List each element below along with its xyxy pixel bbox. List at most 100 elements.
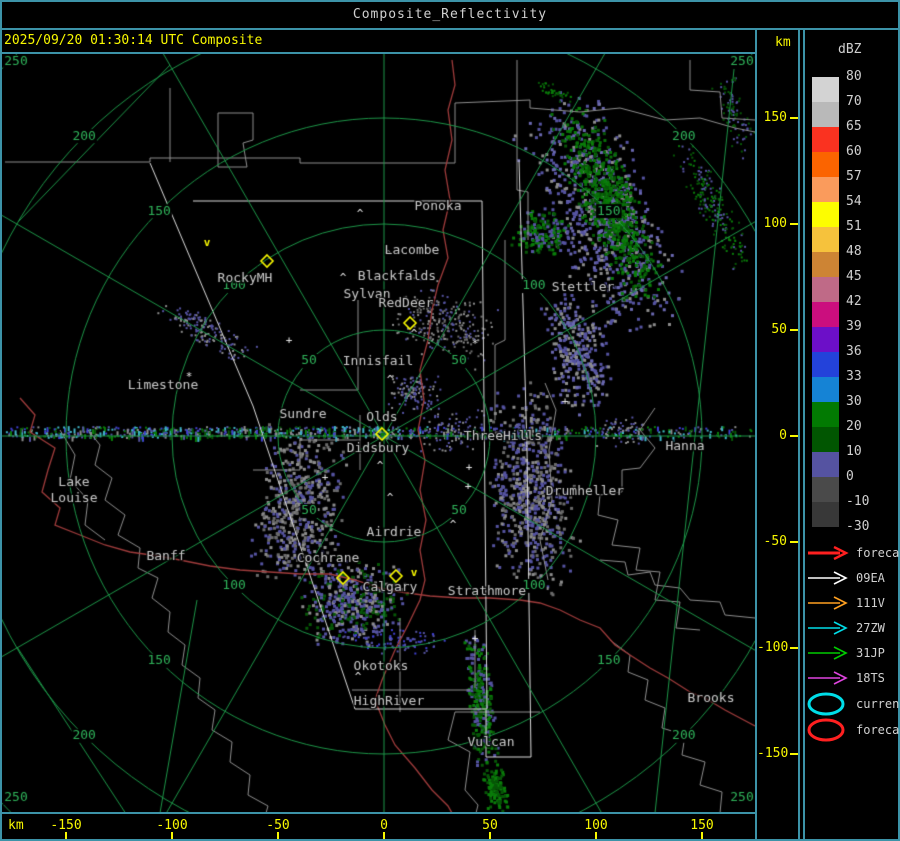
right-axis-tick [790,753,798,755]
right-axis-tick-label: 50 [757,322,787,337]
right-axis-tick [790,329,798,331]
timestamp-text: 2025/09/20 01:30:14 UTC [4,33,184,48]
track-legend-label: current [856,697,900,711]
dbz-min-label: -30 [846,519,869,534]
dbz-swatch-33 [812,377,839,402]
track-legend-31JP: 31JP [806,646,885,660]
right-axis-tick-label: 0 [757,428,787,443]
dbz-level-label: 57 [846,169,862,184]
bottom-axis-tick-label: 50 [472,818,508,833]
track-legend-111V: 111V [806,596,885,610]
dbz-swatch-42 [812,302,839,327]
track-legend-forecast: forecast [806,717,900,743]
dbz-swatch-70 [812,102,839,127]
track-legend-27ZW: 27ZW [806,621,885,635]
dbz-level-label: 48 [846,244,862,259]
track-legend-label: 31JP [856,646,885,660]
track-legend-label: 09EA [856,571,885,585]
dbz-swatch-54 [812,202,839,227]
window-title: Composite_Reflectivity [0,0,900,28]
bottom-axis-tick [383,832,385,839]
right-axis-tick-label: 100 [757,216,787,231]
bottom-axis-tick [489,832,491,839]
27ZW-arrow-icon [806,621,850,635]
bottom-axis-tick-label: -100 [154,818,190,833]
dbz-level-label: 54 [846,194,862,209]
track-legend-09EA: 09EA [806,571,885,585]
dbz-level-label: 20 [846,419,862,434]
dbz-level-label: 36 [846,344,862,359]
track-legend-label: forecast [856,723,900,737]
dbz-level-label: 70 [846,94,862,109]
forecast-ellipse-icon [806,717,850,743]
track-legend-18TS: 18TS [806,671,885,685]
dbz-swatch-20 [812,427,839,452]
dbz-swatch-45 [812,277,839,302]
track-legend-label: forecast [856,546,900,560]
track-legend-label: 18TS [856,671,885,685]
dbz-swatch-0 [812,477,839,502]
bottom-axis-tick [701,832,703,839]
product-name: Composite [192,33,262,48]
dbz-legend-panel: dBZ 80 70 65 60 57 54 51 48 45 42 39 36 33 30 20 10 0 -10… [805,30,898,839]
18TS-arrow-icon [806,671,850,685]
dbz-level-label: 42 [846,294,862,309]
dbz-level-label: 0 [846,469,854,484]
bottom-axis-tick-label: 0 [366,818,402,833]
dbz-level-label: -10 [846,494,869,509]
bottom-axis-tick-label: -50 [260,818,296,833]
dbz-level-label: 39 [846,319,862,334]
dbz-swatch-10 [812,452,839,477]
dbz-level-label: 51 [846,219,862,234]
dbz-swatch-51 [812,227,839,252]
bottom-axis-tick [595,832,597,839]
dbz-swatch-60 [812,152,839,177]
dbz-swatch-39 [812,327,839,352]
track-legend-forecast: forecast [806,546,900,560]
bottom-axis-tick-label: 150 [684,818,720,833]
111V-arrow-icon [806,596,850,610]
dbz-level-label: 65 [846,119,862,134]
track-legend-label: 111V [856,596,885,610]
right-axis-unit: km [775,35,805,50]
right-axis-tick-label: 150 [757,110,787,125]
right-axis-tick-label: -150 [757,746,787,761]
right-axis-tick [790,223,798,225]
bottom-axis-tick [277,832,279,839]
current-ellipse-icon [806,691,850,717]
dbz-swatch-48 [812,252,839,277]
timestamp-bar: 2025/09/20 01:30:14 UTC Composite [4,33,262,48]
dbz-swatch-30 [812,402,839,427]
right-axis-tick [790,541,798,543]
bottom-axis-tick [65,832,67,839]
dbz-unit-label: dBZ [838,42,861,57]
dbz-level-label: 30 [846,394,862,409]
radar-map-canvas[interactable] [2,54,755,812]
dbz-swatch-65 [812,127,839,152]
bottom-axis-tick [171,832,173,839]
forecast-arrow-icon [806,546,850,560]
right-axis-tick [790,647,798,649]
dbz-swatch-36 [812,352,839,377]
dbz-swatch-57 [812,177,839,202]
track-legend-current: current [806,691,900,717]
bottom-axis: km -150-100-50050100150 [0,814,757,839]
frame-axis-right-1 [798,28,800,841]
dbz-level-label: 33 [846,369,862,384]
right-axis-tick [790,435,798,437]
right-axis: km 150100500-50-100-150 [757,30,798,813]
dbz-level-label: 10 [846,444,862,459]
dbz-swatch-80 [812,77,839,102]
right-axis-tick-label: -100 [757,640,787,655]
bottom-axis-unit: km [8,818,24,833]
dbz-swatch--10 [812,502,839,527]
09EA-arrow-icon [806,571,850,585]
right-axis-tick [790,117,798,119]
track-legend-label: 27ZW [856,621,885,635]
bottom-axis-tick-label: -150 [48,818,84,833]
31JP-arrow-icon [806,646,850,660]
dbz-level-label: 80 [846,69,862,84]
dbz-level-label: 60 [846,144,862,159]
dbz-level-label: 45 [846,269,862,284]
right-axis-tick-label: -50 [757,534,787,549]
